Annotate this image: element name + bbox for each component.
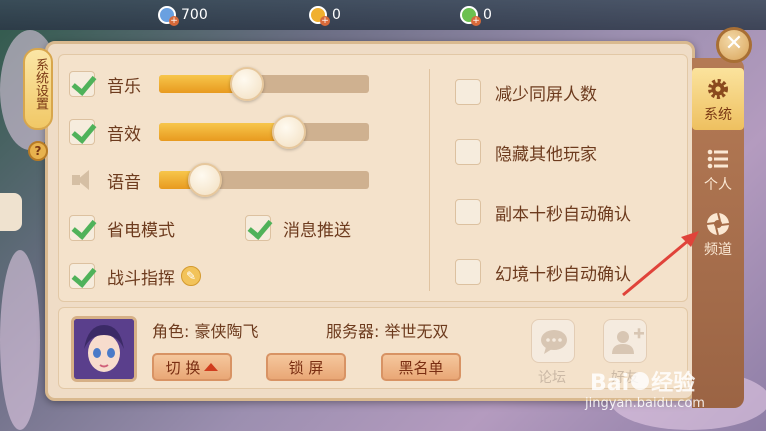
help-icon[interactable]: ?: [28, 141, 48, 161]
currency-jade[interactable]: + 0: [460, 5, 492, 26]
power-save-option[interactable]: 省电模式: [69, 215, 175, 241]
reduce-players-label: 减少同屏人数: [495, 84, 597, 105]
edit-pencil-icon[interactable]: ✎: [181, 266, 201, 286]
side-menu-system-label: 系统: [704, 107, 732, 123]
music-checkbox[interactable]: [69, 71, 95, 97]
battle-command-checkbox[interactable]: [69, 263, 95, 289]
server-name: 服务器: 举世无双: [326, 322, 449, 341]
battle-command-option[interactable]: 战斗指挥 ✎: [69, 263, 201, 289]
side-menu-personal-label: 个人: [704, 177, 732, 193]
settings-panel: 音乐 音效 语音 省电模式 消息推送 战斗指挥 ✎ 减少同屏人数 隐藏其他玩家 …: [45, 41, 695, 401]
close-icon: ✕: [724, 31, 744, 56]
illusion-auto-confirm-option[interactable]: 幻境十秒自动确认: [455, 259, 631, 285]
music-slider[interactable]: [159, 67, 369, 101]
sfx-label: 音效: [107, 124, 141, 145]
lock-screen-label: 锁 屏: [288, 358, 324, 377]
add-user-icon: [612, 328, 644, 354]
voice-row: 语音: [69, 167, 141, 193]
dungeon-auto-confirm-label: 副本十秒自动确认: [495, 204, 631, 225]
role-name: 角色: 豪侠陶飞: [152, 322, 259, 341]
sfx-checkbox[interactable]: [69, 119, 95, 145]
jade-coin-icon: +: [460, 6, 481, 26]
caret-up-icon: [204, 363, 219, 371]
side-home-button[interactable]: [0, 193, 22, 231]
blacklist-button[interactable]: 黑名单: [381, 353, 461, 381]
switch-role-button[interactable]: 切 换: [152, 353, 232, 381]
forum-label: 论坛: [538, 370, 566, 386]
hide-players-checkbox[interactable]: [455, 139, 481, 165]
side-menu-personal[interactable]: 个人: [692, 138, 744, 200]
battle-command-label: 战斗指挥: [107, 268, 175, 289]
hide-players-option[interactable]: 隐藏其他玩家: [455, 139, 597, 165]
currency-gold-value: 0: [332, 7, 341, 23]
list-icon: [707, 149, 728, 169]
add-friend-button[interactable]: [603, 319, 647, 363]
sfx-slider-handle[interactable]: [272, 115, 307, 149]
music-label: 音乐: [107, 76, 141, 97]
sfx-row: 音效: [69, 119, 141, 145]
currency-gold[interactable]: + 0: [309, 5, 341, 26]
settings-area: 音乐 音效 语音 省电模式 消息推送 战斗指挥 ✎ 减少同屏人数 隐藏其他玩家 …: [58, 54, 688, 302]
power-save-checkbox[interactable]: [69, 215, 95, 241]
push-notify-checkbox[interactable]: [245, 215, 271, 241]
push-notify-option[interactable]: 消息推送: [245, 215, 351, 241]
watermark-url: jingyan.baidu.com: [585, 396, 705, 411]
avatar[interactable]: [71, 316, 137, 382]
dungeon-auto-confirm-option[interactable]: 副本十秒自动确认: [455, 199, 631, 225]
gear-icon: [708, 79, 728, 99]
dungeon-auto-confirm-checkbox[interactable]: [455, 199, 481, 225]
gold-coin-icon: +: [309, 6, 330, 26]
voice-slider-handle[interactable]: [188, 163, 223, 197]
watermark-logo: Bai 经验: [590, 365, 695, 397]
music-row: 音乐: [69, 71, 141, 97]
lock-screen-button[interactable]: 锁 屏: [266, 353, 346, 381]
watermark-brand: Bai: [590, 371, 630, 396]
currency-diamond[interactable]: + 700: [158, 5, 208, 26]
forum-button[interactable]: [531, 319, 575, 363]
switch-role-label: 切 换: [165, 358, 201, 377]
blacklist-label: 黑名单: [398, 358, 444, 377]
illusion-auto-confirm-label: 幻境十秒自动确认: [495, 264, 631, 285]
chat-bubble-icon: [541, 330, 567, 354]
side-menu-system[interactable]: 系统: [692, 68, 744, 130]
illusion-auto-confirm-checkbox[interactable]: [455, 259, 481, 285]
reduce-players-checkbox[interactable]: [455, 79, 481, 105]
system-settings-tab[interactable]: 系统设置: [23, 48, 53, 130]
push-notify-label: 消息推送: [283, 220, 351, 241]
background-blossom: [0, 250, 40, 430]
speaker-icon[interactable]: [69, 167, 95, 193]
currency-bar: [0, 0, 766, 30]
annotation-arrow: [622, 231, 699, 297]
hide-players-label: 隐藏其他玩家: [495, 144, 597, 165]
currency-diamond-value: 700: [181, 7, 208, 23]
power-save-label: 省电模式: [107, 220, 175, 241]
aperture-icon: [706, 212, 730, 236]
sfx-slider[interactable]: [159, 115, 369, 149]
side-menu-channel-label: 频道: [704, 242, 732, 258]
diamond-coin-icon: +: [158, 6, 179, 26]
currency-jade-value: 0: [483, 7, 492, 23]
voice-label: 语音: [107, 172, 141, 193]
close-button[interactable]: ✕: [716, 27, 752, 63]
watermark-brand2: 经验: [651, 371, 696, 396]
music-slider-handle[interactable]: [230, 67, 265, 101]
voice-slider[interactable]: [159, 163, 369, 197]
column-divider: [429, 69, 430, 291]
reduce-players-option[interactable]: 减少同屏人数: [455, 79, 597, 105]
system-settings-tab-label: 系统设置: [33, 58, 48, 110]
